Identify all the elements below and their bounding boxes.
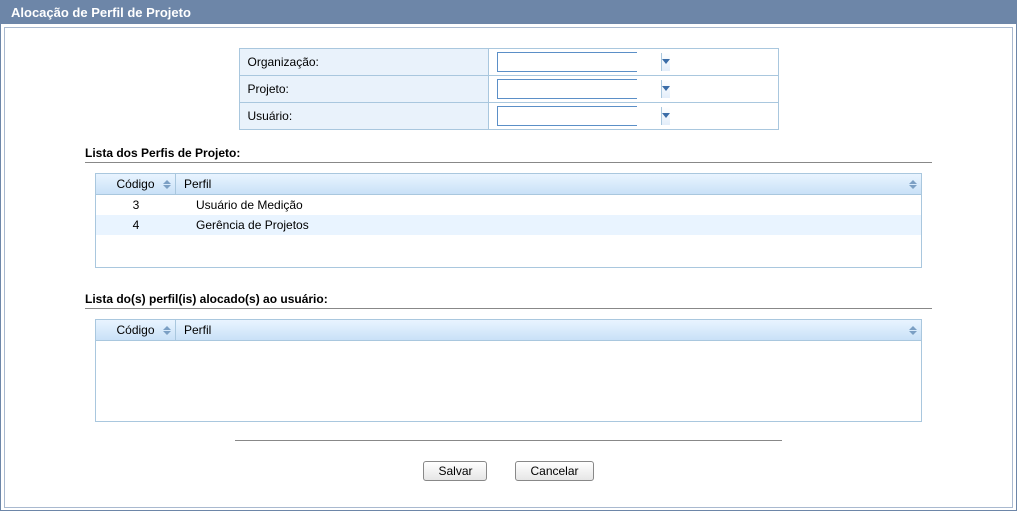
available-section: Lista dos Perfis de Projeto: Código Perf…: [85, 140, 932, 268]
available-grid-header: Código Perfil: [96, 174, 921, 195]
assigned-grid-body: [96, 341, 921, 421]
available-header-perfil[interactable]: Perfil: [176, 174, 921, 194]
projeto-input[interactable]: [498, 80, 661, 98]
projeto-label: Projeto:: [239, 76, 488, 103]
projeto-cell: [488, 76, 778, 103]
table-row[interactable]: 4 Gerência de Projetos: [96, 215, 921, 235]
content-area: Organização: Projeto:: [4, 27, 1013, 508]
chevron-down-icon: [662, 59, 670, 65]
usuario-label: Usuário:: [239, 103, 488, 130]
sort-icon: [909, 326, 917, 335]
header-label: Código: [116, 323, 154, 337]
usuario-dropdown-button[interactable]: [661, 107, 670, 125]
organizacao-dropdown-button[interactable]: [661, 53, 670, 71]
sort-icon: [163, 180, 171, 189]
usuario-input[interactable]: [498, 107, 661, 125]
assigned-section-title: Lista do(s) perfil(is) alocado(s) ao usu…: [85, 286, 932, 309]
cancel-button[interactable]: Cancelar: [515, 461, 593, 481]
filter-form: Organização: Projeto:: [239, 48, 779, 130]
header-label: Perfil: [184, 177, 211, 191]
organizacao-label: Organização:: [239, 49, 488, 76]
available-header-codigo[interactable]: Código: [96, 174, 176, 194]
chevron-down-icon: [662, 86, 670, 92]
sort-icon: [909, 180, 917, 189]
usuario-combo[interactable]: [497, 106, 637, 126]
save-button[interactable]: Salvar: [423, 461, 487, 481]
organizacao-combo[interactable]: [497, 52, 637, 72]
window: Alocação de Perfil de Projeto Organizaçã…: [0, 0, 1017, 511]
projeto-combo[interactable]: [497, 79, 637, 99]
usuario-cell: [488, 103, 778, 130]
organizacao-input[interactable]: [498, 53, 661, 71]
assigned-header-codigo[interactable]: Código: [96, 320, 176, 340]
button-bar: Salvar Cancelar: [235, 440, 782, 481]
table-row[interactable]: 3 Usuário de Medição: [96, 195, 921, 215]
available-grid-body: 3 Usuário de Medição 4 Gerência de Proje…: [96, 195, 921, 267]
window-title: Alocação de Perfil de Projeto: [1, 1, 1016, 24]
sort-icon: [163, 326, 171, 335]
available-grid: Código Perfil 3 Usuário de Medição 4: [95, 173, 922, 268]
assigned-header-perfil[interactable]: Perfil: [176, 320, 921, 340]
assigned-grid: Código Perfil: [95, 319, 922, 422]
cell-perfil: Usuário de Medição: [176, 198, 921, 212]
cell-codigo: 4: [96, 218, 176, 232]
header-label: Perfil: [184, 323, 211, 337]
assigned-grid-header: Código Perfil: [96, 320, 921, 341]
available-section-title: Lista dos Perfis de Projeto:: [85, 140, 932, 163]
assigned-section: Lista do(s) perfil(is) alocado(s) ao usu…: [85, 286, 932, 422]
chevron-down-icon: [662, 113, 670, 119]
organizacao-cell: [488, 49, 778, 76]
projeto-dropdown-button[interactable]: [661, 80, 670, 98]
header-label: Código: [116, 177, 154, 191]
cell-perfil: Gerência de Projetos: [176, 218, 921, 232]
cell-codigo: 3: [96, 198, 176, 212]
